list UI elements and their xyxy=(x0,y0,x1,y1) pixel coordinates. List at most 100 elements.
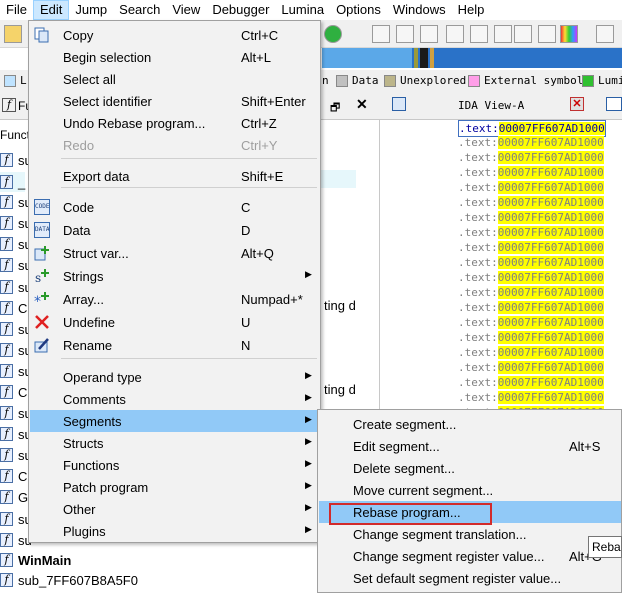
open-file-icon[interactable] xyxy=(4,25,22,43)
ida-view-title[interactable]: IDA View-A xyxy=(458,99,524,112)
menu-item-other[interactable]: Other ▶ xyxy=(30,498,319,520)
disassembly-line[interactable]: .text:00007FF607AD1000 xyxy=(458,240,622,255)
disassembly-line[interactable]: .text:00007FF607AD1000 xyxy=(458,210,622,225)
menu-item-select-identifier[interactable]: Select identifier Shift+Enter xyxy=(30,90,319,112)
restore-window-icon[interactable] xyxy=(606,97,622,111)
disassembly-line[interactable]: .text:00007FF607AD1000 xyxy=(458,165,622,180)
float-window-icon[interactable]: 🗗 xyxy=(330,99,340,118)
search-icon[interactable] xyxy=(494,25,512,43)
function-row[interactable]: f su xyxy=(0,424,32,444)
menu-item-begin-selection[interactable]: Begin selection Alt+L xyxy=(30,46,319,68)
submenu-item-change-segment-translation[interactable]: Change segment translation... xyxy=(319,523,621,545)
function-row[interactable]: fC xyxy=(0,466,27,486)
menu-item-label: Select all xyxy=(63,72,116,87)
function-row[interactable]: f su xyxy=(0,361,32,381)
code-view-icon[interactable] xyxy=(596,25,614,43)
disassembly-line[interactable]: .text:00007FF607AD1000 xyxy=(458,285,622,300)
segment-list-icon[interactable] xyxy=(372,25,390,43)
structure-list-icon[interactable] xyxy=(396,25,414,43)
menu-item-undefine[interactable]: Undefine U xyxy=(30,311,319,333)
menu-item-comments[interactable]: Comments ▶ xyxy=(30,388,319,410)
menu-item-rename[interactable]: Rename N xyxy=(30,334,319,356)
close-icon[interactable]: ✕ xyxy=(356,96,368,113)
menu-lumina[interactable]: Lumina xyxy=(275,0,330,20)
function-row[interactable]: f sub_7FF607B8A5F0 xyxy=(0,570,138,590)
function-row[interactable]: f su xyxy=(0,234,32,254)
disassembly-line[interactable]: .text:00007FF607AD1000 xyxy=(458,270,622,285)
hex-view-icon[interactable] xyxy=(446,25,464,43)
navigation-band[interactable] xyxy=(322,48,622,68)
disassembly-line[interactable]: .text:00007FF607AD1000 xyxy=(458,135,622,150)
disassembly-line[interactable]: .text:00007FF607AD1000 xyxy=(458,315,622,330)
menu-item-plugins[interactable]: Plugins ▶ xyxy=(30,520,319,542)
disassembly-line[interactable]: .text:00007FF607AD1000 xyxy=(458,375,622,390)
disassembly-line[interactable]: .text:00007FF607AD1000 xyxy=(458,195,622,210)
menu-item-select-all[interactable]: Select all xyxy=(30,68,319,90)
menu-debugger[interactable]: Debugger xyxy=(206,0,275,20)
menu-item-undo-rebase-program[interactable]: Undo Rebase program... Ctrl+Z xyxy=(30,112,319,134)
disassembly-line[interactable]: .text:00007FF607AD1000 xyxy=(458,345,622,360)
submenu-item-edit-segment[interactable]: Edit segment... Alt+S xyxy=(319,435,621,457)
menu-item-operand-type[interactable]: Operand type ▶ xyxy=(30,366,319,388)
menu-view[interactable]: View xyxy=(166,0,206,20)
function-row[interactable]: f su xyxy=(0,509,32,529)
disassembly-line[interactable]: .text:00007FF607AD1000 xyxy=(458,300,622,315)
submenu-arrow-icon: ▶ xyxy=(305,480,312,490)
menu-item-patch-program[interactable]: Patch program ▶ xyxy=(30,476,319,498)
menu-item-array[interactable]: * Array... Numpad+* xyxy=(30,288,319,310)
function-row[interactable]: f su xyxy=(0,213,32,233)
disassembly-line[interactable]: .text:00007FF607AD1000 xyxy=(458,360,622,375)
menu-item-export-data[interactable]: Export data Shift+E xyxy=(30,165,319,187)
function-row[interactable]: f su xyxy=(0,403,32,423)
close-tab-icon[interactable]: ✕ xyxy=(570,97,584,111)
function-row[interactable]: f su xyxy=(0,340,32,360)
function-row[interactable]: f su xyxy=(0,277,32,297)
color-palette-icon[interactable] xyxy=(560,25,578,43)
menu-options[interactable]: Options xyxy=(330,0,387,20)
submenu-item-create-segment[interactable]: Create segment... xyxy=(319,413,621,435)
menu-jump[interactable]: Jump xyxy=(69,0,113,20)
menu-file[interactable]: File xyxy=(0,0,33,20)
menu-item-struct-var[interactable]: Struct var... Alt+Q xyxy=(30,242,319,264)
function-row[interactable]: f WinMain xyxy=(0,550,71,570)
disassembly-line[interactable]: .text:00007FF607AD1000 xyxy=(458,255,622,270)
function-row[interactable]: f su xyxy=(0,530,32,550)
function-row[interactable]: f su xyxy=(0,319,32,339)
function-row[interactable]: f su xyxy=(0,445,32,465)
run-icon[interactable] xyxy=(324,25,342,43)
menu-item-strings[interactable]: s Strings ▶ xyxy=(30,265,319,287)
menu-windows[interactable]: Windows xyxy=(387,0,452,20)
menu-item-functions[interactable]: Functions ▶ xyxy=(30,454,319,476)
disassembly-view[interactable]: .text:00007FF607AD1000 .text:00007FF607AD… xyxy=(458,120,622,420)
menu-item-code[interactable]: CODE Code C xyxy=(30,196,319,218)
disassembly-line[interactable]: .text:00007FF607AD1000 xyxy=(458,225,622,240)
submenu-item-delete-segment[interactable]: Delete segment... xyxy=(319,457,621,479)
options-gear-icon[interactable] xyxy=(538,25,556,43)
enum-list-icon[interactable] xyxy=(420,25,438,43)
menu-help[interactable]: Help xyxy=(452,0,491,20)
disassembly-line[interactable]: .text:00007FF607AD1000 xyxy=(458,330,622,345)
menu-item-structs[interactable]: Structs ▶ xyxy=(30,432,319,454)
menu-item-copy[interactable]: Copy Ctrl+C xyxy=(30,24,319,46)
function-row[interactable]: fC xyxy=(0,382,27,402)
function-row[interactable]: f _ xyxy=(0,172,26,192)
menu-item-redo[interactable]: Redo Ctrl+Y xyxy=(30,134,319,156)
menu-search[interactable]: Search xyxy=(113,0,166,20)
function-row[interactable]: fG xyxy=(0,487,28,507)
function-row[interactable]: f su xyxy=(0,255,32,275)
disassembly-line[interactable]: .text:00007FF607AD1000 xyxy=(458,120,622,137)
disassembly-line[interactable]: .text:00007FF607AD1000 xyxy=(458,390,622,405)
menu-item-segments[interactable]: Segments ▶ xyxy=(30,410,319,432)
submenu-item-change-segment-register-value[interactable]: Change segment register value... Alt+G xyxy=(319,545,621,567)
submenu-item-set-default-segment-register-value[interactable]: Set default segment register value... xyxy=(319,567,621,589)
menu-edit[interactable]: Edit xyxy=(32,0,70,20)
disassembly-line[interactable]: .text:00007FF607AD1000 xyxy=(458,150,622,165)
print-icon[interactable] xyxy=(514,25,532,43)
function-row[interactable]: fC xyxy=(0,298,27,318)
graph-overview-icon[interactable] xyxy=(470,25,488,43)
function-row[interactable]: f su xyxy=(0,150,32,170)
menu-item-data[interactable]: DATA Data D xyxy=(30,219,319,241)
disassembly-line[interactable]: .text:00007FF607AD1000 xyxy=(458,180,622,195)
function-row[interactable]: f su xyxy=(0,192,32,212)
submenu-item-move-current-segment[interactable]: Move current segment... xyxy=(319,479,621,501)
